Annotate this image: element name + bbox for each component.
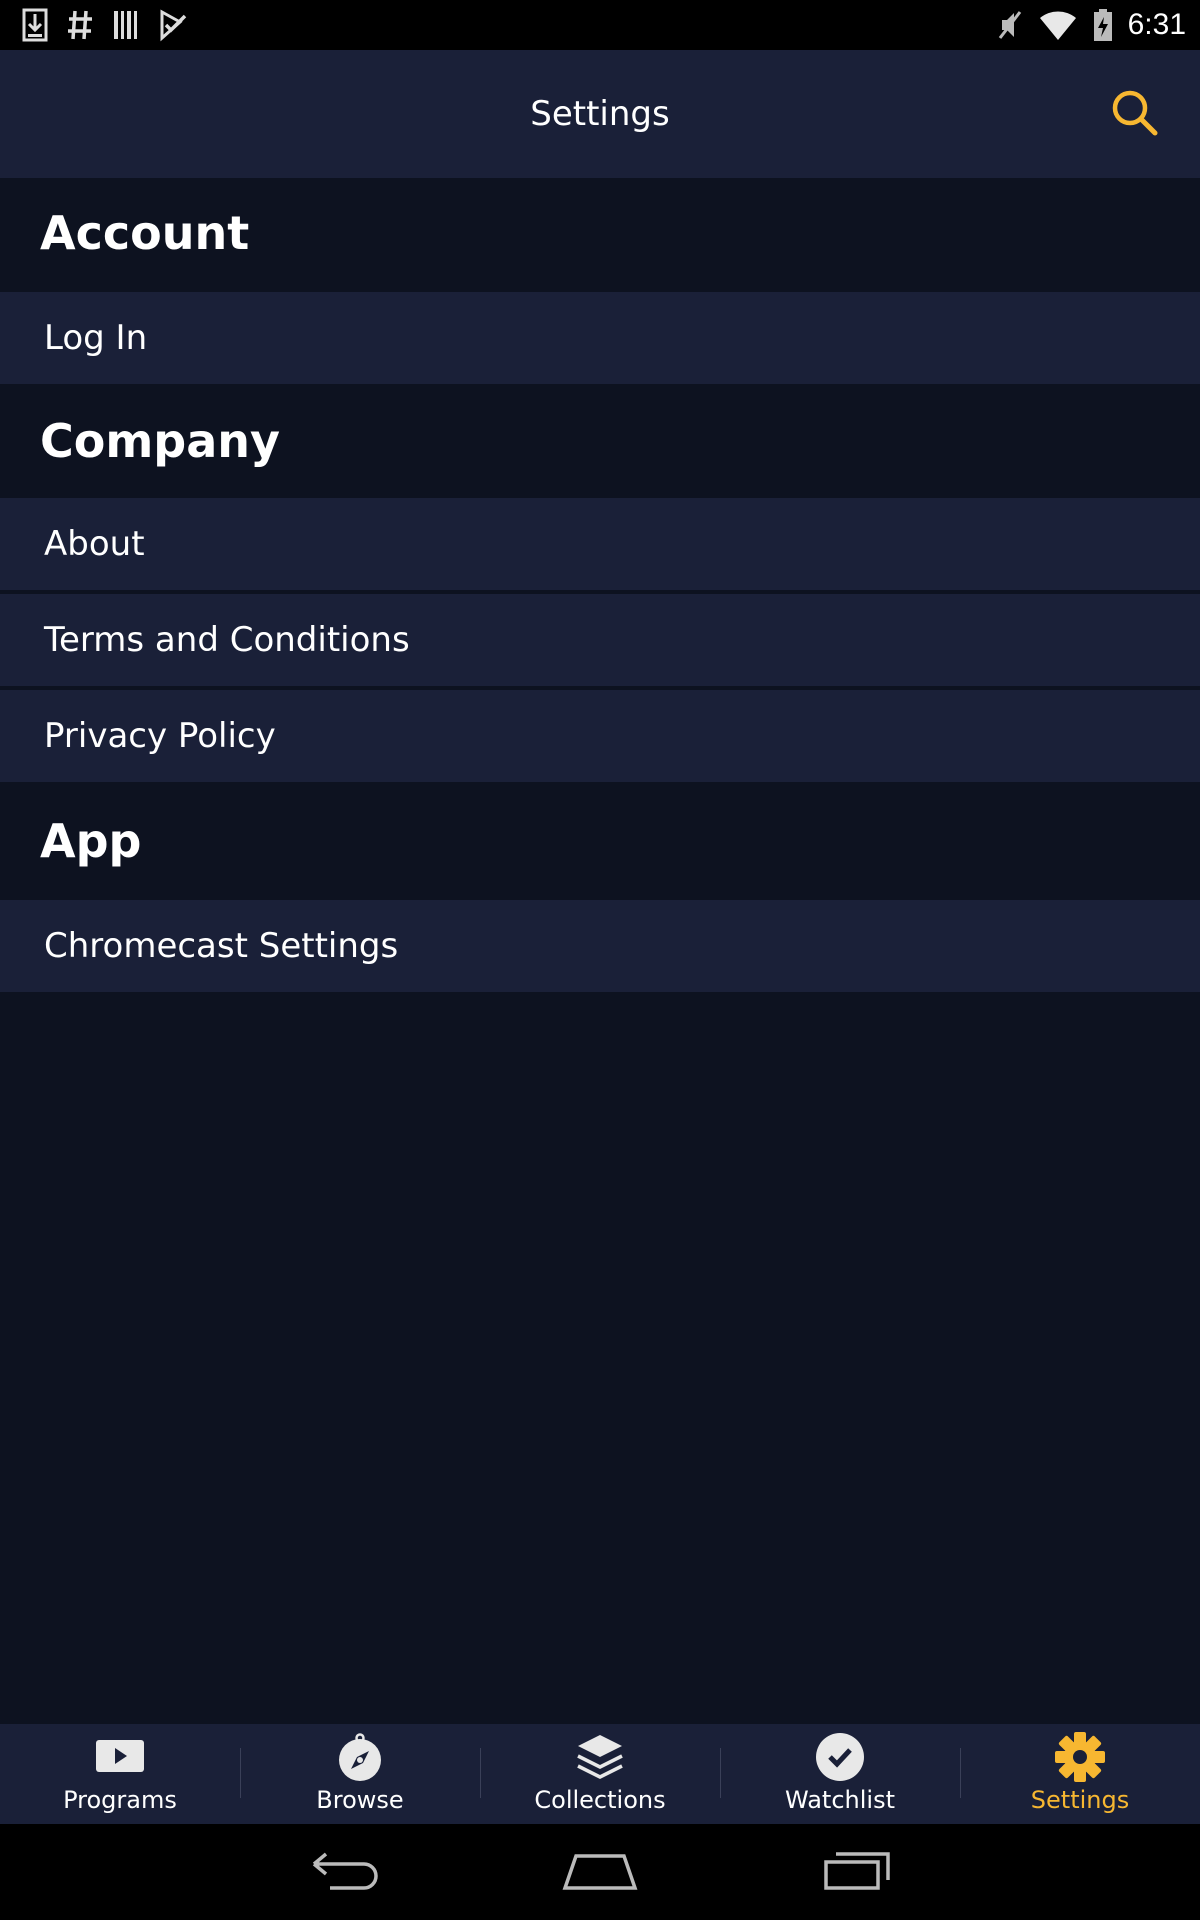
barcode-icon bbox=[114, 11, 137, 39]
battery-icon bbox=[1093, 9, 1112, 41]
nav-label: Settings bbox=[1030, 1786, 1130, 1814]
section-title: App bbox=[40, 814, 142, 868]
layers-icon bbox=[577, 1735, 623, 1779]
compass-icon bbox=[339, 1733, 381, 1781]
nav-label: Browse bbox=[316, 1786, 404, 1814]
settings-item-label: Chromecast Settings bbox=[44, 926, 399, 966]
system-status-icons: 6:31 bbox=[996, 6, 1186, 44]
settings-item-label: About bbox=[44, 524, 145, 564]
section-header-account: Account bbox=[0, 178, 1200, 292]
search-button[interactable] bbox=[1110, 88, 1160, 138]
nav-item-watchlist[interactable]: Watchlist bbox=[720, 1724, 960, 1824]
wifi-icon bbox=[1039, 11, 1076, 40]
section-header-company: Company bbox=[0, 384, 1200, 498]
recents-icon[interactable] bbox=[822, 1850, 892, 1892]
task-icon bbox=[160, 9, 187, 42]
settings-item-terms[interactable]: Terms and Conditions bbox=[0, 594, 1200, 686]
play-icon bbox=[96, 1740, 144, 1772]
app-bar: Settings bbox=[0, 50, 1200, 178]
nav-item-programs[interactable]: Programs bbox=[0, 1724, 240, 1824]
settings-item-label: Terms and Conditions bbox=[44, 620, 410, 660]
settings-item-about[interactable]: About bbox=[0, 498, 1200, 590]
section-title: Company bbox=[40, 414, 280, 468]
clock: 6:31 bbox=[1127, 8, 1186, 41]
nav-item-collections[interactable]: Collections bbox=[480, 1724, 720, 1824]
page-title: Settings bbox=[530, 94, 670, 134]
section-title: Account bbox=[40, 206, 250, 260]
home-icon[interactable] bbox=[562, 1852, 638, 1892]
nav-item-browse[interactable]: Browse bbox=[240, 1724, 480, 1824]
back-icon[interactable] bbox=[310, 1850, 380, 1894]
nav-item-settings[interactable]: Settings bbox=[960, 1724, 1200, 1824]
section-header-app: App bbox=[0, 784, 1200, 900]
nav-label: Collections bbox=[534, 1786, 666, 1814]
settings-item-label: Log In bbox=[44, 318, 148, 358]
settings-item-chromecast[interactable]: Chromecast Settings bbox=[0, 900, 1200, 992]
search-icon bbox=[1112, 90, 1158, 136]
gear-icon bbox=[1055, 1732, 1105, 1782]
check-circle-icon bbox=[816, 1733, 864, 1781]
nav-label: Programs bbox=[63, 1786, 177, 1814]
bottom-nav: Programs Browse Collections Watchlist Se… bbox=[0, 1724, 1200, 1824]
settings-item-label: Privacy Policy bbox=[44, 716, 276, 756]
notification-icons bbox=[22, 8, 188, 42]
nav-label: Watchlist bbox=[785, 1786, 895, 1814]
settings-item-privacy[interactable]: Privacy Policy bbox=[0, 690, 1200, 782]
settings-item-log-in[interactable]: Log In bbox=[0, 292, 1200, 384]
status-bar: 6:31 bbox=[0, 0, 1200, 50]
system-nav-bar bbox=[0, 1824, 1200, 1920]
download-icon bbox=[22, 8, 48, 42]
mute-icon bbox=[998, 11, 1021, 39]
hash-icon bbox=[68, 10, 92, 40]
